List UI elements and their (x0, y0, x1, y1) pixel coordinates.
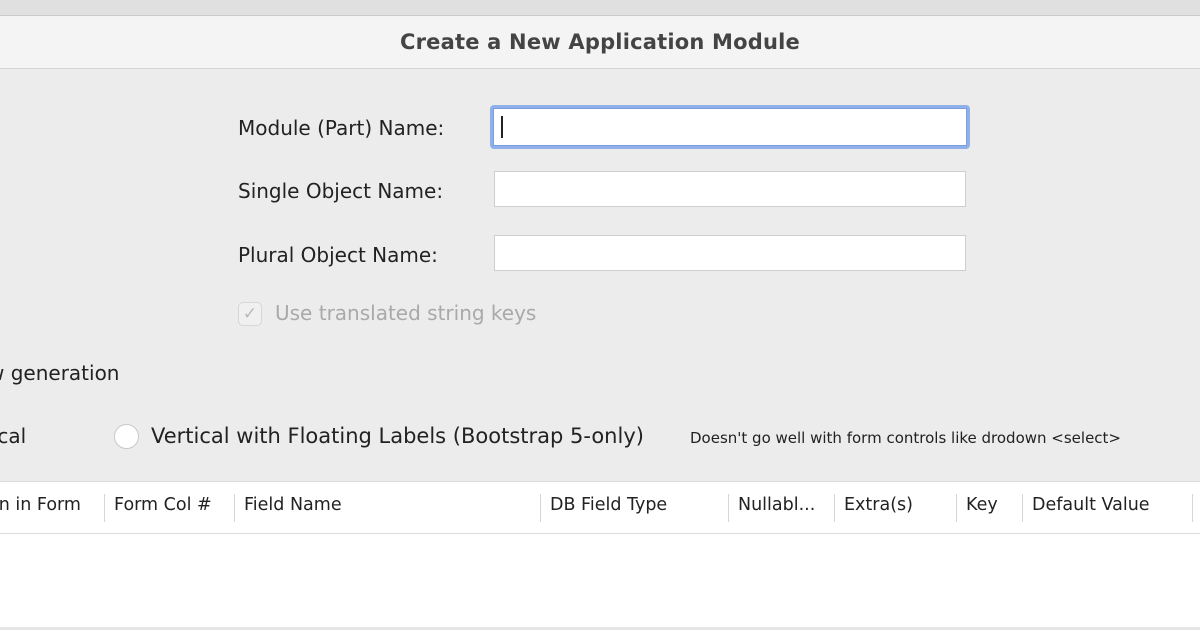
column-separator[interactable] (956, 494, 957, 522)
column-header-key[interactable]: Key (966, 495, 998, 515)
plural-object-field[interactable] (494, 235, 966, 271)
window-top-strip (0, 0, 1200, 16)
single-object-field[interactable] (494, 171, 966, 207)
fields-table[interactable]: on in Form Form Col # Field Name DB Fiel… (0, 481, 1200, 628)
fields-table-body[interactable] (0, 534, 1200, 628)
radio-vertical-label[interactable]: tical (0, 424, 26, 448)
module-name-field[interactable] (490, 105, 970, 149)
column-header-field-name[interactable]: Field Name (244, 495, 342, 515)
column-separator[interactable] (234, 494, 235, 522)
translated-keys-checkbox[interactable]: ✓ (238, 302, 262, 326)
dialog-title: Create a New Application Module (400, 30, 800, 54)
column-header-position-in-form[interactable]: on in Form (0, 495, 81, 515)
column-separator[interactable] (1022, 494, 1023, 522)
column-header-default-value[interactable]: Default Value (1032, 495, 1150, 515)
column-header-extras[interactable]: Extra(s) (844, 495, 913, 515)
column-separator[interactable] (1192, 494, 1193, 522)
column-separator[interactable] (104, 494, 105, 522)
plural-object-label: Plural Object Name: (238, 243, 438, 267)
radio-floating-labels-label[interactable]: Vertical with Floating Labels (Bootstrap… (151, 424, 644, 448)
text-caret (501, 116, 503, 138)
single-object-label: Single Object Name: (238, 179, 444, 203)
view-generation-section-label: w generation (0, 361, 120, 385)
column-header-nullable[interactable]: Nullabl... (738, 495, 815, 515)
floating-labels-hint: Doesn't go well with form controls like … (690, 429, 1121, 447)
column-header-db-field-type[interactable]: DB Field Type (550, 495, 667, 515)
dialog-titlebar: Create a New Application Module (0, 16, 1200, 69)
translated-keys-label: Use translated string keys (275, 301, 537, 325)
dialog-content: Module (Part) Name: Single Object Name: … (0, 69, 1200, 630)
column-separator[interactable] (540, 494, 541, 522)
radio-floating-labels[interactable] (114, 424, 139, 449)
column-header-form-col[interactable]: Form Col # (114, 495, 212, 515)
column-separator[interactable] (728, 494, 729, 522)
module-name-focus-ring (493, 108, 967, 146)
module-name-label: Module (Part) Name: (238, 116, 445, 140)
checkmark-icon: ✓ (242, 304, 258, 324)
fields-table-header: on in Form Form Col # Field Name DB Fiel… (0, 482, 1200, 534)
column-separator[interactable] (834, 494, 835, 522)
